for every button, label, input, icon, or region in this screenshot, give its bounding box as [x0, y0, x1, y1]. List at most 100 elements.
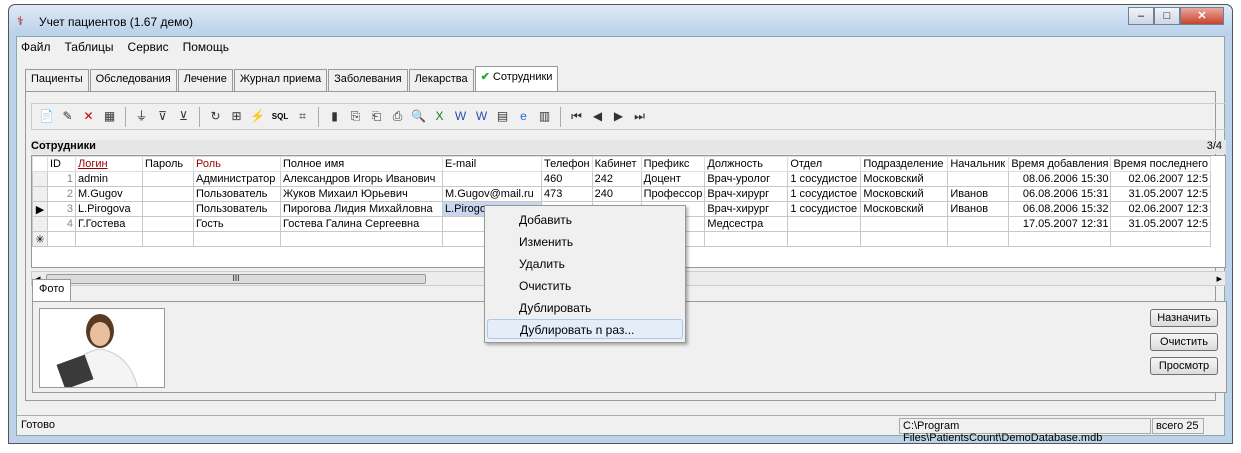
- table-cell[interactable]: [787, 216, 862, 232]
- table-cell[interactable]: admin: [75, 171, 143, 187]
- paste-icon[interactable]: ⎗: [368, 108, 385, 125]
- column-header[interactable]: Кабинет: [591, 156, 642, 172]
- column-header[interactable]: Роль: [193, 156, 281, 172]
- table-cell[interactable]: Медсестра: [704, 216, 789, 232]
- table-cell[interactable]: Гость: [193, 216, 281, 232]
- table-row[interactable]: 2 M.Gugov Пользователь Жуков Михаил Юрьевич…: [32, 186, 1211, 202]
- scroll-right-icon[interactable]: ▸: [1216, 272, 1222, 285]
- new-column-icon[interactable]: ▮: [326, 108, 343, 125]
- table-cell[interactable]: [947, 216, 1010, 232]
- print-icon[interactable]: ⎙: [389, 108, 406, 125]
- menu-help[interactable]: Помощь: [183, 40, 229, 58]
- tab-patients[interactable]: Пациенты: [25, 69, 89, 91]
- column-header[interactable]: Время добавления: [1008, 156, 1112, 172]
- table-cell[interactable]: 02.06.2007 12:5: [1110, 171, 1211, 187]
- notes-icon[interactable]: ▤: [494, 108, 511, 125]
- delete-icon[interactable]: ✕: [80, 108, 97, 125]
- minimize-button[interactable]: –: [1128, 7, 1154, 25]
- table-cell[interactable]: 1 сосудистое: [787, 186, 862, 202]
- table-cell[interactable]: Администратор: [193, 171, 281, 187]
- table-cell[interactable]: L.Pirogova: [75, 201, 143, 217]
- ctx-clear[interactable]: Очистить: [487, 276, 683, 296]
- table-cell[interactable]: Пользователь: [193, 201, 281, 217]
- column-header[interactable]: Логин: [75, 156, 143, 172]
- table-cell[interactable]: 02.06.2007 12:3: [1110, 201, 1211, 217]
- tab-staff[interactable]: ✔ Сотрудники: [474, 66, 559, 91]
- table-cell[interactable]: [1008, 231, 1112, 247]
- table-cell[interactable]: Иванов: [947, 186, 1010, 202]
- close-button[interactable]: ✕: [1180, 7, 1224, 25]
- tab-examinations[interactable]: Обследования: [89, 69, 177, 91]
- table-cell[interactable]: Пирогова Лидия Михайловна: [280, 201, 443, 217]
- menu-file[interactable]: Файл: [21, 40, 51, 58]
- table-row[interactable]: 1 admin Администратор Александров Игорь Ива…: [32, 171, 1211, 187]
- table-cell[interactable]: Александров Игорь Иванович: [280, 171, 443, 187]
- ctx-delete[interactable]: Удалить: [487, 254, 683, 274]
- column-header[interactable]: ID: [47, 156, 76, 172]
- table-cell[interactable]: [142, 171, 194, 187]
- table-cell[interactable]: 473: [541, 186, 593, 202]
- last-icon[interactable]: ⏭: [631, 108, 648, 125]
- column-header[interactable]: Начальник: [947, 156, 1010, 172]
- table-cell[interactable]: 31.05.2007 12:5: [1110, 186, 1211, 202]
- prev-icon[interactable]: ◀: [589, 108, 606, 125]
- row-indicator[interactable]: [32, 171, 48, 187]
- table-cell[interactable]: 08.06.2006 15:30: [1008, 171, 1112, 187]
- table-cell[interactable]: Врач-хирург: [704, 201, 789, 217]
- binoculars-icon[interactable]: ⌗: [294, 108, 311, 125]
- ctx-edit[interactable]: Изменить: [487, 232, 683, 252]
- clear-filter-icon[interactable]: ⊻: [175, 108, 192, 125]
- assign-photo-button[interactable]: Назначить: [1150, 309, 1218, 327]
- table-cell[interactable]: [47, 231, 76, 247]
- scroll-thumb[interactable]: III: [46, 274, 426, 284]
- table-cell[interactable]: Московский: [860, 186, 949, 202]
- excel-icon[interactable]: X: [431, 108, 448, 125]
- word-icon[interactable]: W: [452, 108, 469, 125]
- refresh-icon[interactable]: ↻: [207, 108, 224, 125]
- tab-diseases[interactable]: Заболевания: [328, 69, 408, 91]
- table-cell[interactable]: 17.05.2007 12:31: [1008, 216, 1112, 232]
- table-cell[interactable]: [704, 231, 789, 247]
- table-cell[interactable]: [142, 186, 194, 202]
- ie-icon[interactable]: e: [515, 108, 532, 125]
- table-cell[interactable]: [280, 231, 443, 247]
- table-cell[interactable]: [75, 231, 143, 247]
- tab-photo[interactable]: Фото: [32, 279, 72, 301]
- table-cell[interactable]: 1 сосудистое: [787, 201, 862, 217]
- tab-medicines[interactable]: Лекарства: [408, 69, 474, 91]
- ctx-duplicate[interactable]: Дублировать: [487, 298, 683, 318]
- table-cell[interactable]: Московский: [860, 171, 949, 187]
- table-cell[interactable]: 460: [541, 171, 593, 187]
- table-cell[interactable]: [947, 231, 1010, 247]
- new-record-icon[interactable]: 📄: [38, 108, 55, 125]
- maximize-button[interactable]: □: [1154, 7, 1180, 25]
- first-icon[interactable]: ⏮: [568, 108, 585, 125]
- chart-icon[interactable]: ▥: [536, 108, 553, 125]
- column-header[interactable]: Подразделение: [860, 156, 949, 172]
- row-indicator[interactable]: [32, 186, 48, 202]
- row-indicator[interactable]: [32, 216, 48, 232]
- menu-service[interactable]: Сервис: [128, 40, 169, 58]
- table-cell[interactable]: 1 сосудистое: [787, 171, 862, 187]
- table-cell[interactable]: [947, 171, 1010, 187]
- table-cell[interactable]: 240: [591, 186, 642, 202]
- table-cell[interactable]: [1110, 231, 1211, 247]
- quick-filter-icon[interactable]: ⚡: [249, 108, 266, 125]
- column-header[interactable]: E-mail: [442, 156, 542, 172]
- print-preview-icon[interactable]: 🔍: [410, 108, 427, 125]
- table-cell[interactable]: Гостева Галина Сергеевна: [280, 216, 443, 232]
- tab-treatment[interactable]: Лечение: [177, 69, 233, 91]
- table-cell[interactable]: [142, 201, 194, 217]
- table-cell[interactable]: 06.08.2006 15:32: [1008, 201, 1112, 217]
- column-header[interactable]: Должность: [704, 156, 789, 172]
- table-cell[interactable]: 06.08.2006 15:31: [1008, 186, 1112, 202]
- column-header[interactable]: Время последнего: [1110, 156, 1211, 172]
- filter-icon[interactable]: ⏚: [133, 108, 150, 125]
- table-cell[interactable]: [142, 216, 194, 232]
- table-cell[interactable]: Пользователь: [193, 186, 281, 202]
- ctx-add[interactable]: Добавить: [487, 210, 683, 230]
- table-cell[interactable]: [142, 231, 194, 247]
- clear-photo-button[interactable]: Очистить: [1150, 333, 1218, 351]
- table-cell[interactable]: Жуков Михаил Юрьевич: [280, 186, 443, 202]
- table-cell[interactable]: 242: [591, 171, 642, 187]
